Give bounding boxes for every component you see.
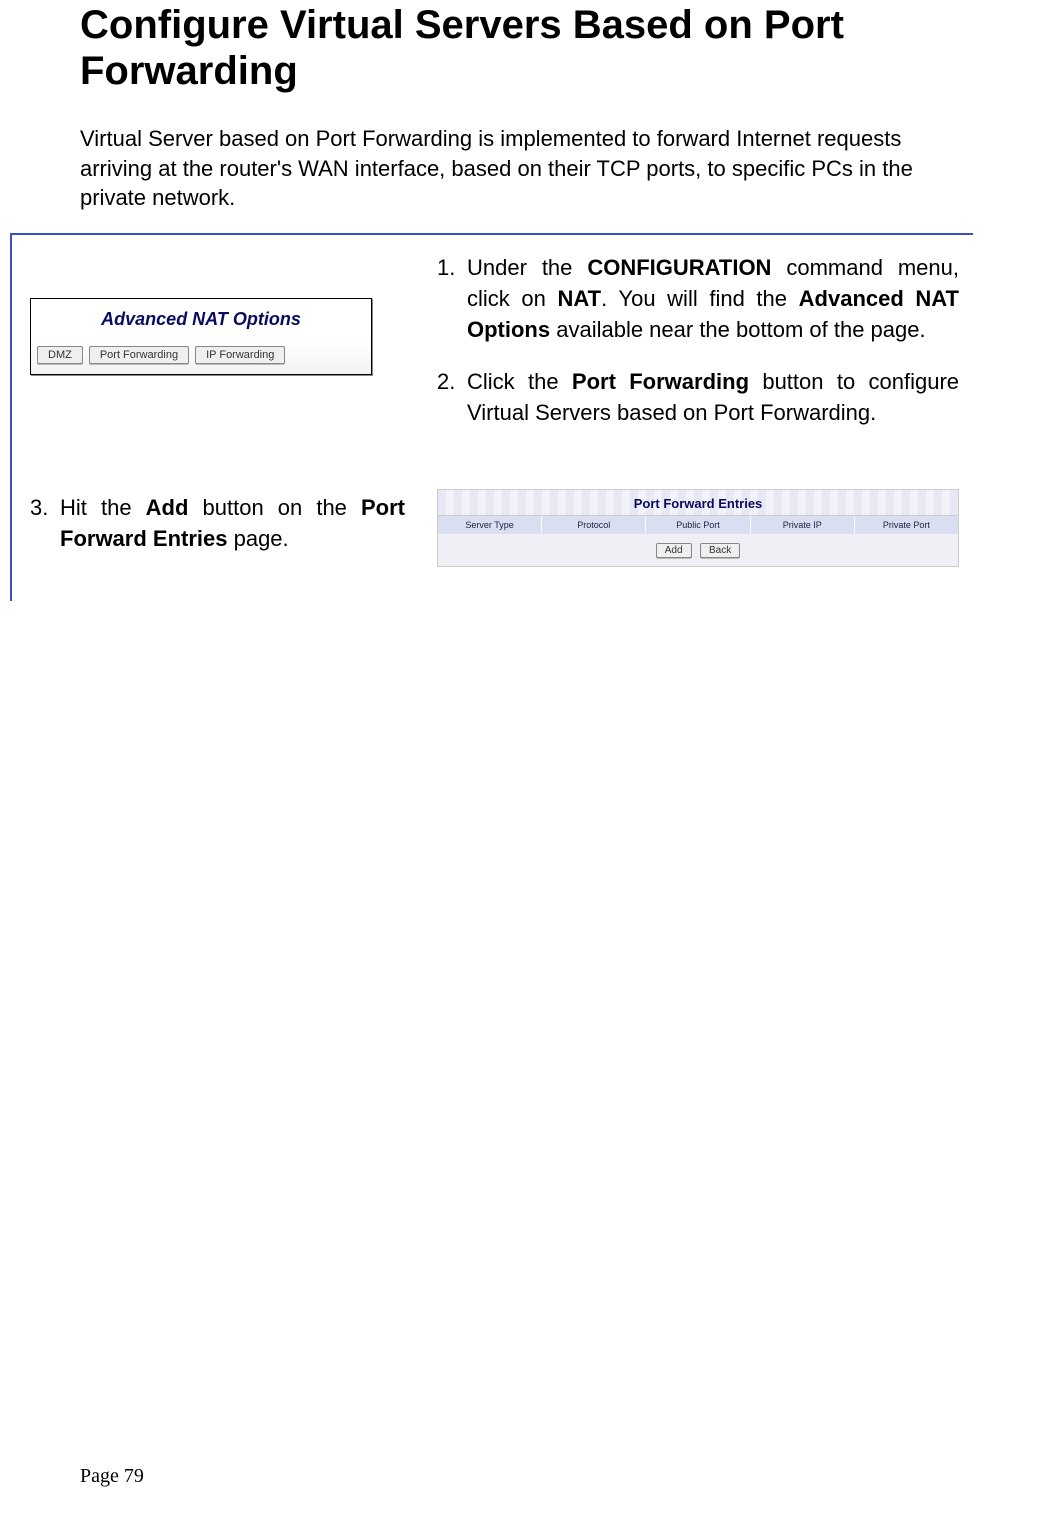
col-public-port: Public Port [646,516,750,534]
instruction-grid: Advanced NAT Options DMZ Port Forwarding… [10,233,973,601]
text: Under the [467,255,587,280]
step-1: 1. Under the CONFIGURATION command menu,… [437,253,959,345]
step-3-number: 3. [30,493,60,555]
cell-nat-screenshot: Advanced NAT Options DMZ Port Forwarding… [12,235,419,475]
col-private-ip: Private IP [751,516,855,534]
port-forwarding-button[interactable]: Port Forwarding [89,346,189,364]
text: available near the bottom of the page. [550,317,925,342]
col-protocol: Protocol [542,516,646,534]
nat-button-row: DMZ Port Forwarding IP Forwarding [31,342,371,374]
bold-add: Add [146,495,189,520]
cell-steps-1-2: 1. Under the CONFIGURATION command menu,… [419,235,973,475]
page-number: Page 79 [80,1465,144,1488]
step-2-text: Click the Port Forwarding button to conf… [467,367,959,429]
port-forward-title: Port Forward Entries [438,490,958,516]
col-private-port: Private Port [855,516,958,534]
add-button[interactable]: Add [656,543,692,558]
step-1-number: 1. [437,253,467,345]
bold-nat: NAT [558,286,602,311]
step-3: 3. Hit the Add button on the Port Forwar… [30,493,405,555]
text: . You will find the [601,286,799,311]
port-forward-actions: Add Back [438,534,958,566]
text: page. [227,526,288,551]
page-title: Configure Virtual Servers Based on Port … [80,0,971,94]
step-3-text: Hit the Add button on the Port Forward E… [60,493,405,555]
ip-forwarding-button[interactable]: IP Forwarding [195,346,285,364]
text: Click the [467,369,572,394]
cell-port-forward-screenshot: Port Forward Entries Server Type Protoco… [419,475,973,601]
bold-port-forwarding: Port Forwarding [572,369,749,394]
text: Hit the [60,495,146,520]
intro-paragraph: Virtual Server based on Port Forwarding … [80,124,930,213]
col-server-type: Server Type [438,516,542,534]
advanced-nat-options-panel: Advanced NAT Options DMZ Port Forwarding… [30,298,372,375]
step-2-number: 2. [437,367,467,429]
step-1-text: Under the CONFIGURATION command menu, cl… [467,253,959,345]
step-2: 2. Click the Port Forwarding button to c… [437,367,959,429]
port-forward-entries-panel: Port Forward Entries Server Type Protoco… [437,489,959,567]
document-page: Configure Virtual Servers Based on Port … [0,0,1051,1518]
port-forward-table-header: Server Type Protocol Public Port Private… [438,516,958,534]
dmz-button[interactable]: DMZ [37,346,83,364]
back-button[interactable]: Back [700,543,740,558]
nat-panel-heading: Advanced NAT Options [31,299,371,342]
text: button on the [188,495,361,520]
cell-step-3: 3. Hit the Add button on the Port Forwar… [12,475,419,601]
bold-configuration: CONFIGURATION [587,255,771,280]
